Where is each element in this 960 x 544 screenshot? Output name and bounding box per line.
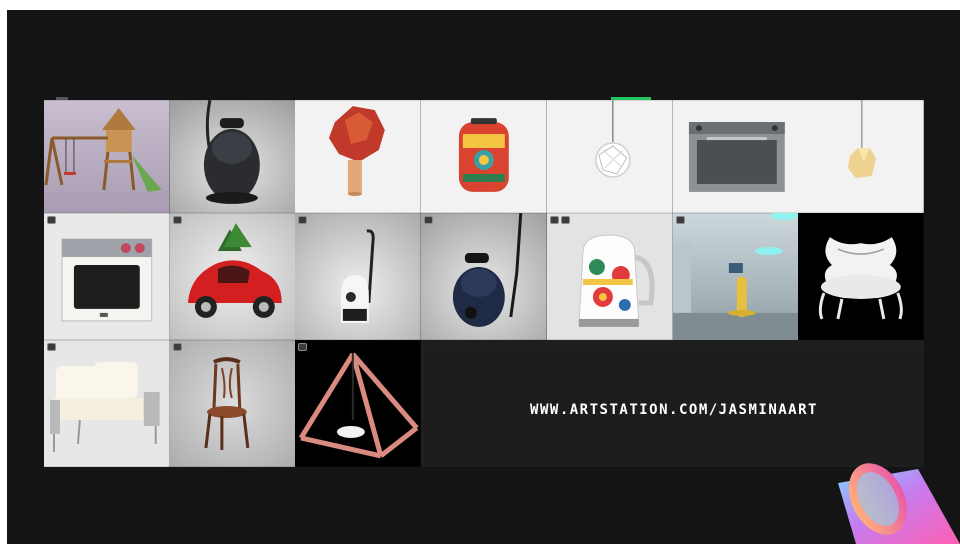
decorated-toaster-thumbnail[interactable] [421,100,547,213]
oven-icon [44,213,170,340]
pendant-lamp-icon [546,100,673,213]
wooden-chair-thumbnail[interactable] [169,340,296,467]
crystal-pendant-lamp-thumbnail[interactable] [546,100,673,213]
media-badge-icon [298,216,308,224]
car-icon [169,213,296,340]
navy-vacuum-cleaner-thumbnail[interactable] [421,213,547,340]
red-glass-lamp-thumbnail[interactable] [295,100,422,213]
table-lamp-icon [295,100,422,213]
built-in-oven-thumbnail[interactable] [672,100,799,213]
black-vacuum-cleaner-thumbnail[interactable] [169,100,296,213]
room-interior-icon [672,213,799,340]
website-url[interactable]: WWW.ARTSTATION.COM/JASMINAART [530,402,818,418]
pyramid-frame-thumbnail[interactable] [295,340,422,467]
oven-icon [672,100,799,213]
outdoor-sofa-thumbnail[interactable] [44,340,170,467]
pendant-lamp-icon [798,100,924,213]
media-badge-icon [549,216,559,224]
white-vacuum-cleaner-thumbnail[interactable] [295,213,422,340]
red-beetle-car-thumbnail[interactable] [169,213,296,340]
decorative-cylinder-icon [838,463,960,544]
kettle-icon [546,213,673,340]
gold-pendant-lamp-thumbnail[interactable] [798,100,924,213]
vacuum-cleaner-icon [295,213,422,340]
media-badge-icon [424,216,434,224]
playground-swing-set-thumbnail[interactable] [44,100,170,213]
white-baroque-chair-thumbnail[interactable] [798,213,924,340]
vacuum-cleaner-icon [169,100,296,213]
armchair-icon [798,213,924,340]
media-badge-icon [298,343,308,351]
vacuum-cleaner-icon [421,213,547,340]
media-badge-icon [172,343,182,351]
media-badge-icon [172,216,182,224]
thumbnail-grid: WWW.ARTSTATION.COM/JASMINAART [44,100,924,467]
white-oven-thumbnail[interactable] [44,213,170,340]
media-badge-icon [675,216,685,224]
sofa-icon [44,340,170,467]
toaster-icon [421,100,547,213]
chair-icon [169,340,296,467]
pyramid-icon [295,340,422,467]
media-badge-icon [560,216,570,224]
portfolio-slide: WWW.ARTSTATION.COM/JASMINAART [7,10,960,544]
futuristic-interior-thumbnail[interactable] [672,213,799,340]
wooden-playground-icon [44,100,170,213]
media-badge-icon [47,343,56,351]
decorated-kettle-thumbnail[interactable] [546,213,673,340]
media-badge-icon [47,216,56,224]
